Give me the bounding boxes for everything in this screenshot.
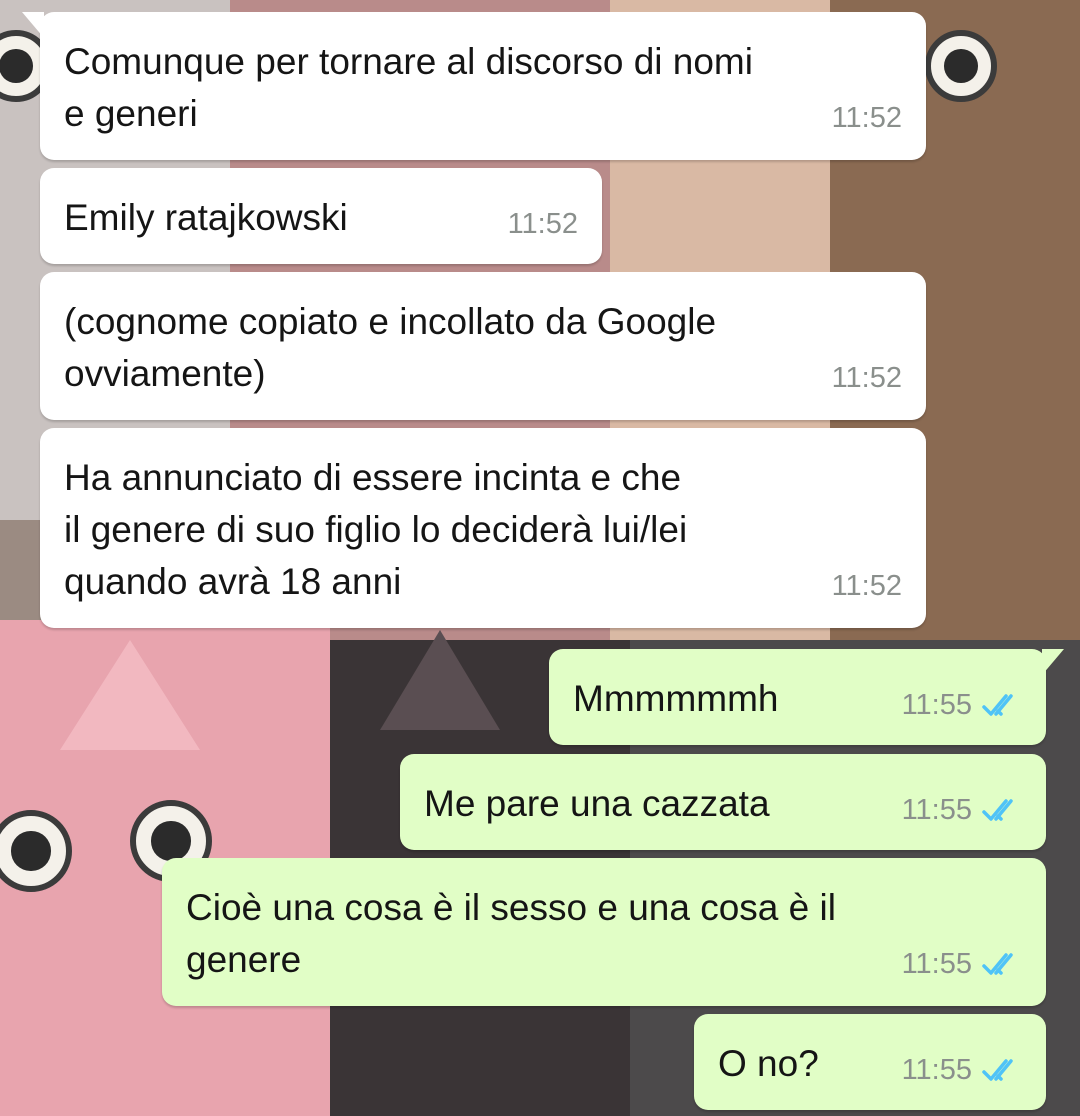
message-text: Cioè una cosa è il sesso e una cosa è il…: [186, 887, 836, 980]
message-time: 11:55: [901, 689, 972, 721]
message-bubble[interactable]: Ha annunciato di essere incinta e che il…: [40, 428, 926, 628]
double-check-read-icon: [982, 1059, 1013, 1081]
message-bubble[interactable]: Me pare una cazzata 11:55: [400, 754, 1046, 850]
message-time: 11:52: [507, 208, 578, 240]
message-time: 11:55: [901, 1054, 972, 1086]
message-text: (cognome copiato e incollato da Google o…: [64, 301, 717, 394]
message-time: 11:52: [831, 102, 902, 134]
double-check-read-icon: [982, 953, 1013, 975]
message-bubble[interactable]: Emily ratajkowski 11:52: [40, 168, 602, 264]
message-bubble[interactable]: Comunque per tornare al discorso di nomi…: [22, 12, 926, 160]
message-time: 11:55: [901, 794, 972, 826]
message-time: 11:55: [901, 948, 972, 980]
message-time: 11:52: [831, 570, 902, 602]
message-text: Emily ratajkowski: [64, 197, 348, 238]
message-text: Comunque per tornare al discorso di nomi…: [64, 41, 753, 134]
double-check-read-icon: [982, 799, 1013, 821]
double-check-read-icon: [982, 694, 1013, 716]
message-bubble[interactable]: O no? 11:55: [694, 1014, 1046, 1110]
message-bubble[interactable]: (cognome copiato e incollato da Google o…: [40, 272, 926, 420]
message-bubble[interactable]: Mmmmmmh 11:55: [549, 649, 1064, 745]
message-bubble[interactable]: Cioè una cosa è il sesso e una cosa è il…: [162, 858, 1046, 1006]
message-text: Ha annunciato di essere incinta e che il…: [64, 457, 688, 602]
message-time: 11:52: [831, 362, 902, 394]
message-list: Comunque per tornare al discorso di nomi…: [0, 0, 1080, 1116]
